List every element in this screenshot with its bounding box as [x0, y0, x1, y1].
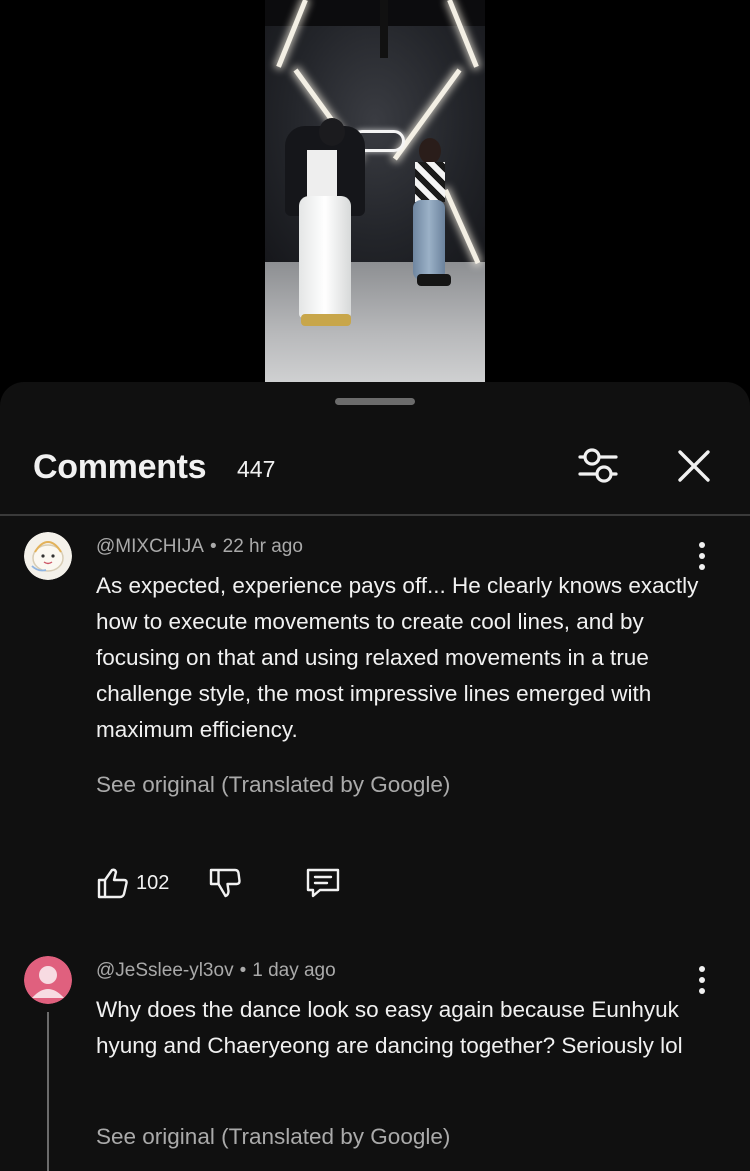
video-player[interactable]: [0, 0, 750, 382]
comment-time: 22 hr ago: [222, 536, 303, 557]
avatar[interactable]: [24, 956, 72, 1004]
comment-author[interactable]: @JeSslee-yl3ov: [96, 960, 234, 981]
video-frame[interactable]: [265, 0, 485, 382]
reply-button[interactable]: [304, 866, 342, 900]
meta-separator: •: [239, 960, 247, 981]
filter-sliders-icon: [578, 448, 618, 483]
comment-text: Why does the dance look so easy again be…: [96, 997, 683, 1058]
avatar-image: [24, 532, 72, 580]
filter-button[interactable]: [574, 444, 622, 488]
avatar[interactable]: [24, 532, 72, 580]
more-vertical-icon: [699, 966, 705, 972]
comments-sheet: Comments 447 @MIXCHIJA • 22 hr ago As ex…: [0, 382, 750, 1171]
comment-author[interactable]: @MIXCHIJA: [96, 536, 204, 557]
comments-title: Comments: [33, 448, 207, 486]
comment-meta: @JeSslee-yl3ov • 1 day ago: [96, 960, 336, 982]
avatar-default-icon: [24, 956, 72, 1004]
more-vertical-icon: [699, 542, 705, 548]
like-count: 102: [136, 872, 170, 894]
see-original-link[interactable]: See original (Translated by Google): [96, 772, 450, 798]
drag-handle[interactable]: [335, 398, 415, 405]
like-button[interactable]: [96, 866, 130, 900]
reply-comment-icon: [306, 868, 340, 898]
comments-count: 447: [237, 456, 276, 482]
comment-meta: @MIXCHIJA • 22 hr ago: [96, 536, 303, 558]
thumbs-down-icon: [209, 868, 241, 898]
comments-header: Comments 447: [0, 432, 750, 502]
comment-time: 1 day ago: [252, 960, 336, 981]
thread-line: [47, 1012, 49, 1171]
dislike-button[interactable]: [208, 866, 242, 900]
header-divider: [0, 514, 750, 516]
comment-text: As expected, experience pays off... He c…: [96, 573, 699, 742]
thumbs-up-icon: [97, 868, 128, 899]
see-original-link[interactable]: See original (Translated by Google): [96, 1124, 450, 1150]
close-icon: [678, 450, 710, 482]
meta-separator: •: [209, 536, 217, 557]
close-button[interactable]: [672, 444, 716, 488]
